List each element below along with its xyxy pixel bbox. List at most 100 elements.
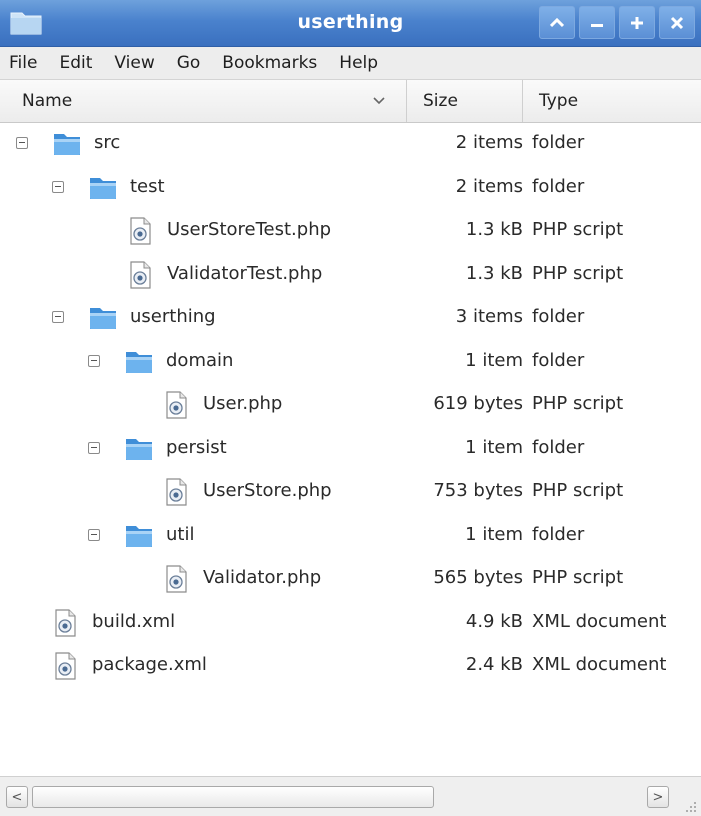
tree-row[interactable]: Validator.php 565 bytes PHP script — [0, 557, 701, 601]
file-name: persist — [166, 436, 227, 458]
collapse-toggle-icon[interactable] — [52, 180, 64, 193]
file-name: userthing — [130, 306, 216, 327]
tree-row[interactable]: User.php 619 bytes PHP script — [0, 383, 701, 427]
column-header: Name Size Type — [0, 80, 701, 123]
tree-row[interactable]: UserStore.php 753 bytes PHP script — [0, 470, 701, 514]
collapse-toggle-icon[interactable] — [88, 354, 100, 367]
file-manager-window: userthing File Edit View Go Bookmarks He… — [0, 0, 701, 816]
file-type: PHP script — [532, 219, 624, 240]
menu-help[interactable]: Help — [330, 53, 391, 73]
menu-bar: File Edit View Go Bookmarks Help — [0, 47, 701, 80]
file-name: test — [130, 175, 165, 197]
tree-row[interactable]: build.xml 4.9 kB XML document — [0, 601, 701, 645]
title-bar[interactable]: userthing — [0, 0, 701, 47]
tree-row[interactable]: domain 1 item folder — [0, 340, 701, 384]
column-type[interactable]: Type — [523, 80, 701, 122]
file-type: PHP script — [532, 567, 624, 588]
window-controls — [539, 6, 695, 39]
minimize-button[interactable] — [579, 6, 615, 39]
tree-row[interactable]: userthing 3 items folder — [0, 296, 701, 340]
plus-button[interactable] — [619, 6, 655, 39]
collapse-toggle-icon[interactable] — [52, 311, 64, 323]
file-type: PHP script — [532, 262, 624, 284]
menu-go[interactable]: Go — [168, 53, 214, 73]
collapse-toggle-icon[interactable] — [88, 528, 100, 541]
folder-icon — [124, 434, 154, 464]
file-size: 4.9 kB — [465, 610, 523, 632]
folder-icon — [124, 521, 154, 551]
tree-row[interactable]: UserStoreTest.php 1.3 kB PHP script — [0, 209, 701, 253]
file-name: UserStoreTest.php — [167, 219, 332, 240]
file-size: 2.4 kB — [465, 654, 523, 675]
file-size: 2 items — [455, 132, 523, 153]
file-size: 3 items — [455, 306, 523, 327]
file-name: UserStore.php — [203, 480, 332, 501]
tree-row[interactable]: test 2 items folder — [0, 166, 701, 210]
column-name-label: Name — [22, 91, 73, 111]
scroll-left-button[interactable]: < — [6, 786, 28, 808]
column-size[interactable]: Size — [407, 80, 523, 122]
horizontal-scrollbar[interactable]: < > — [0, 776, 701, 816]
folder-icon — [52, 129, 82, 159]
file-type: folder — [532, 306, 585, 327]
tree-row[interactable]: persist 1 item folder — [0, 427, 701, 471]
scroll-right-arrow-icon: > — [652, 789, 664, 805]
scrollbar-thumb[interactable] — [32, 786, 434, 808]
menu-edit[interactable]: Edit — [50, 53, 105, 73]
close-icon — [670, 16, 684, 29]
file-type: folder — [532, 523, 585, 545]
file-type: folder — [532, 436, 585, 458]
file-name: package.xml — [92, 654, 207, 675]
maximize-up-button[interactable] — [539, 6, 575, 39]
tree-row[interactable]: src 2 items folder — [0, 122, 701, 166]
file-type: folder — [532, 132, 585, 153]
column-type-label: Type — [539, 91, 579, 111]
file-type: PHP script — [532, 393, 624, 414]
collapse-toggle-icon[interactable] — [16, 137, 28, 149]
collapse-toggle-icon[interactable] — [88, 441, 100, 454]
file-type: folder — [532, 175, 585, 197]
file-name: src — [94, 132, 121, 153]
file-type: XML document — [532, 610, 667, 632]
script-file-icon — [161, 477, 191, 507]
folder-icon — [88, 173, 118, 203]
file-size: 1.3 kB — [465, 262, 523, 284]
column-name[interactable]: Name — [0, 80, 407, 122]
script-file-icon — [50, 608, 80, 638]
menu-file[interactable]: File — [0, 53, 50, 73]
menu-bookmarks[interactable]: Bookmarks — [213, 53, 330, 73]
file-size: 1 item — [465, 523, 523, 545]
menu-view[interactable]: View — [105, 53, 167, 73]
file-name: User.php — [203, 393, 283, 414]
plus-icon — [631, 16, 643, 29]
script-file-icon — [125, 260, 155, 290]
file-name: Validator.php — [203, 567, 322, 588]
scroll-right-button[interactable]: > — [647, 786, 669, 808]
minimize-icon — [591, 23, 603, 27]
file-tree: src 2 items folder test 2 items folder UserSto… — [0, 122, 701, 688]
folder-icon — [124, 347, 154, 377]
file-name: domain — [166, 349, 234, 371]
file-size: 753 bytes — [433, 480, 523, 501]
resize-grip-icon[interactable] — [683, 799, 697, 813]
chevron-down-icon — [373, 97, 385, 105]
script-file-icon — [125, 216, 155, 246]
script-file-icon — [50, 651, 80, 681]
tree-row[interactable]: package.xml 2.4 kB XML document — [0, 644, 701, 688]
scroll-left-arrow-icon: < — [11, 789, 23, 805]
column-size-label: Size — [423, 91, 458, 111]
tree-row[interactable]: util 1 item folder — [0, 514, 701, 558]
file-name: ValidatorTest.php — [167, 262, 323, 284]
file-type: XML document — [532, 654, 667, 675]
file-size: 1 item — [465, 349, 523, 371]
folder-icon — [88, 303, 118, 333]
file-type: folder — [532, 349, 585, 371]
script-file-icon — [161, 390, 191, 420]
file-size: 1.3 kB — [465, 219, 523, 240]
close-button[interactable] — [659, 6, 695, 39]
chevron-up-icon — [550, 17, 564, 27]
tree-row[interactable]: ValidatorTest.php 1.3 kB PHP script — [0, 253, 701, 297]
file-name: util — [166, 523, 195, 545]
file-size: 565 bytes — [433, 567, 523, 588]
file-size: 1 item — [465, 436, 523, 458]
